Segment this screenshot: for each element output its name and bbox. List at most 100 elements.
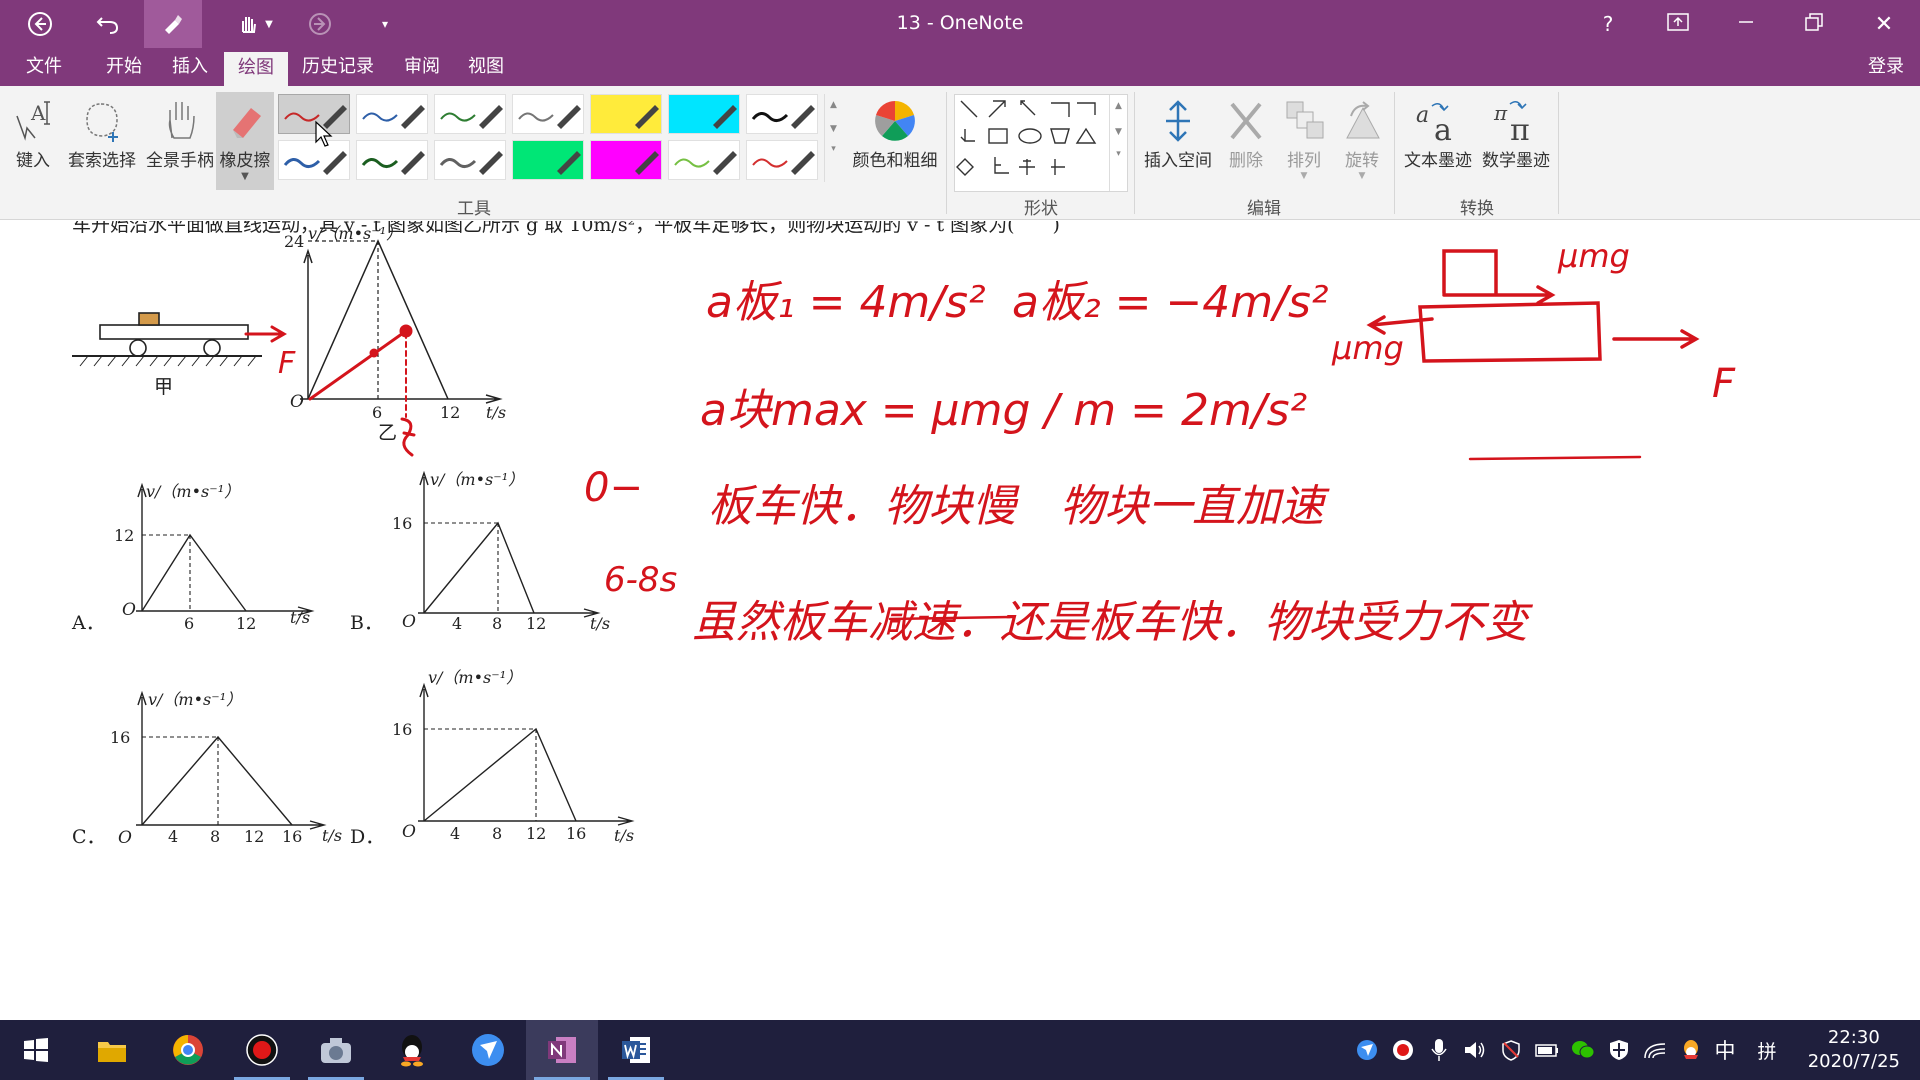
note-canvas[interactable]: 车开始沿水平面做直线运动，其 v - t 图象如图乙所示 g 取 10m/s²，… bbox=[0, 221, 1920, 1020]
pen-swatch-gray[interactable] bbox=[512, 94, 584, 134]
type-tool-button[interactable]: A 键入 bbox=[6, 92, 60, 171]
pen-swatch-black[interactable] bbox=[746, 94, 818, 134]
option-b-graph bbox=[418, 470, 601, 618]
option-d-tick: 16 bbox=[566, 824, 586, 843]
option-d-vel-label: v/（m•s⁻¹） bbox=[428, 668, 522, 687]
option-c-ymax: 16 bbox=[110, 728, 130, 747]
highlighter-cyan[interactable] bbox=[668, 94, 740, 134]
tray-ime-mode[interactable]: 中 bbox=[1710, 1020, 1740, 1080]
highlighter-magenta[interactable] bbox=[590, 140, 662, 180]
ink-to-text-button[interactable]: aa 文本墨迹 bbox=[1398, 92, 1478, 171]
menu-review[interactable]: 审阅 bbox=[390, 48, 454, 86]
color-thickness-button[interactable]: 颜色和粗细 bbox=[846, 92, 944, 171]
tray-feishu[interactable] bbox=[1352, 1020, 1382, 1080]
option-c-letter[interactable]: C． bbox=[72, 826, 106, 848]
camera-icon bbox=[321, 1038, 351, 1063]
pen-stroke-icon bbox=[518, 105, 581, 129]
undo-button[interactable] bbox=[86, 0, 130, 48]
menu-draw[interactable]: 绘图 bbox=[224, 52, 288, 86]
minimize-button[interactable] bbox=[1712, 0, 1780, 48]
recorder-taskbar[interactable] bbox=[226, 1020, 298, 1080]
word-taskbar[interactable] bbox=[600, 1020, 672, 1080]
pen-stroke-icon bbox=[439, 151, 503, 175]
file-explorer-taskbar[interactable] bbox=[76, 1020, 148, 1080]
tray-volume[interactable] bbox=[1460, 1020, 1490, 1080]
tray-security[interactable] bbox=[1604, 1020, 1634, 1080]
insert-space-icon bbox=[1138, 92, 1218, 144]
option-b-tick: 12 bbox=[526, 614, 546, 633]
camera-app-taskbar[interactable] bbox=[300, 1020, 372, 1080]
forward-button[interactable] bbox=[300, 0, 340, 48]
svg-text:π: π bbox=[1510, 113, 1530, 144]
fullscreen-button[interactable] bbox=[1644, 0, 1712, 48]
rotate-button[interactable]: 旋转 ▼ bbox=[1336, 92, 1388, 181]
taskbar-clock[interactable]: 22:30 2020/7/25 bbox=[1808, 1026, 1900, 1074]
menu-file[interactable]: 文件 bbox=[12, 48, 76, 86]
quick-access-dropdown[interactable]: ▾ bbox=[370, 0, 400, 48]
highlighter-yellow[interactable] bbox=[590, 94, 662, 134]
ink-to-text-icon: aa bbox=[1398, 92, 1478, 144]
tray-wifi[interactable] bbox=[1640, 1020, 1670, 1080]
help-button[interactable]: ? bbox=[1574, 0, 1642, 48]
restore-button[interactable] bbox=[1780, 0, 1848, 48]
shape-gallery-scroll[interactable]: ▲ ▼ ▾ bbox=[1109, 95, 1127, 191]
tray-wechat[interactable] bbox=[1568, 1020, 1598, 1080]
shapes-group-label: 形状 bbox=[1024, 199, 1058, 219]
ink-line-3: 板车快．物块慢 物块一直加速 bbox=[708, 481, 1330, 532]
pen-swatch-light-green[interactable] bbox=[668, 140, 740, 180]
option-d-letter[interactable]: D． bbox=[350, 826, 384, 848]
pen-gallery-scroll[interactable]: ▲ ▼ ▾ bbox=[824, 94, 842, 182]
tray-antivirus[interactable] bbox=[1496, 1020, 1526, 1080]
menu-home[interactable]: 开始 bbox=[92, 48, 156, 86]
option-a-letter[interactable]: A． bbox=[71, 612, 105, 634]
option-a-origin: O bbox=[122, 600, 136, 620]
tray-battery[interactable] bbox=[1532, 1020, 1562, 1080]
feishu-icon bbox=[472, 1034, 504, 1066]
chrome-taskbar[interactable] bbox=[152, 1020, 224, 1080]
touch-hand-button[interactable]: ▼ bbox=[230, 0, 280, 48]
menu-history[interactable]: 历史记录 bbox=[288, 48, 388, 86]
option-d-ymax: 16 bbox=[392, 720, 412, 739]
main-graph-tick-6: 6 bbox=[372, 403, 382, 422]
pen-swatch-blue[interactable] bbox=[356, 94, 428, 134]
menu-insert[interactable]: 插入 bbox=[158, 48, 222, 86]
feishu-taskbar[interactable] bbox=[452, 1020, 524, 1080]
type-tool-label: 键入 bbox=[16, 151, 50, 171]
option-c-tick: 4 bbox=[168, 827, 178, 846]
pen-swatch-dark-red[interactable] bbox=[746, 140, 818, 180]
pen-swatch-dark-gray[interactable] bbox=[434, 140, 506, 180]
menu-bar: 文件 开始 插入 绘图 历史记录 审阅 视图 登录 bbox=[0, 48, 1920, 86]
ribbon-separator bbox=[946, 92, 947, 214]
eraser-button[interactable]: 橡皮擦 ▼ bbox=[216, 92, 274, 190]
arrange-button[interactable]: 排列 ▼ bbox=[1276, 92, 1332, 181]
option-b-tick: 8 bbox=[492, 614, 502, 633]
ink-to-math-button[interactable]: ππ 数学墨迹 bbox=[1476, 92, 1556, 171]
close-button[interactable]: ✕ bbox=[1850, 0, 1918, 48]
onenote-taskbar[interactable] bbox=[526, 1020, 598, 1080]
highlighter-green[interactable] bbox=[512, 140, 584, 180]
option-b-letter[interactable]: B． bbox=[350, 612, 383, 634]
color-thickness-label: 颜色和粗细 bbox=[852, 151, 938, 171]
lasso-select-button[interactable]: 套索选择 bbox=[62, 92, 142, 171]
ribbon-separator bbox=[1558, 92, 1559, 214]
sign-in-link[interactable]: 登录 bbox=[1868, 48, 1904, 86]
menu-view[interactable]: 视图 bbox=[454, 48, 518, 86]
back-button[interactable] bbox=[18, 0, 62, 48]
eraser-dropdown-icon[interactable]: ▼ bbox=[216, 171, 274, 182]
start-button[interactable] bbox=[0, 1020, 72, 1080]
pen-swatch-green[interactable] bbox=[434, 94, 506, 134]
insert-space-button[interactable]: 插入空间 bbox=[1138, 92, 1218, 171]
delete-button[interactable]: 删除 bbox=[1220, 92, 1272, 171]
qq-taskbar[interactable] bbox=[376, 1020, 448, 1080]
tray-microphone[interactable] bbox=[1424, 1020, 1454, 1080]
pen-swatch-dark-green[interactable] bbox=[356, 140, 428, 180]
pan-hand-button[interactable]: 全景手柄 bbox=[140, 92, 220, 171]
option-d-tick: 8 bbox=[492, 824, 502, 843]
tray-recorder[interactable] bbox=[1388, 1020, 1418, 1080]
option-d-t-label: t/s bbox=[614, 826, 634, 845]
touch-mode-button[interactable] bbox=[144, 0, 202, 48]
rotate-label: 旋转 bbox=[1345, 151, 1379, 171]
tray-qq[interactable] bbox=[1676, 1020, 1706, 1080]
draw-ribbon: A 键入 套索选择 全景手柄 橡皮擦 ▼ ▲ ▼ ▾ 颜色和粗细 工具 ▲ ▼ … bbox=[0, 86, 1920, 220]
tray-ime-pinyin[interactable]: 拼 bbox=[1752, 1020, 1782, 1080]
